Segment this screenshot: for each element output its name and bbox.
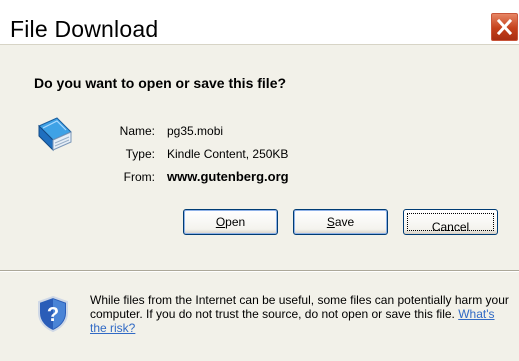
window-title: File Download [10, 16, 159, 42]
security-warning: While files from the Internet can be use… [90, 293, 510, 335]
cancel-button-label: Cancel [431, 220, 470, 234]
from-value: www.gutenberg.org [167, 169, 289, 184]
type-label: Type: [125, 147, 155, 161]
warning-text: While files from the Internet can be use… [90, 293, 509, 321]
cancel-button[interactable]: Cancel [403, 209, 498, 235]
security-shield-icon: ? [38, 295, 68, 333]
name-label: Name: [119, 124, 155, 138]
close-icon [496, 18, 513, 36]
open-button[interactable]: Open [183, 209, 278, 235]
from-label: From: [123, 170, 155, 184]
svg-text:?: ? [47, 304, 59, 326]
kindle-book-icon [38, 117, 72, 152]
open-button-label: Open [215, 215, 246, 229]
close-button[interactable] [490, 12, 519, 42]
title-bar: File Download [0, 0, 519, 44]
save-button-label: Save [326, 215, 355, 229]
footer-separator [0, 270, 519, 272]
save-button[interactable]: Save [293, 209, 388, 235]
name-value: pg35.mobi [167, 124, 224, 138]
dialog-question: Do you want to open or save this file? [34, 75, 287, 91]
type-value: Kindle Content, 250KB [167, 147, 289, 161]
